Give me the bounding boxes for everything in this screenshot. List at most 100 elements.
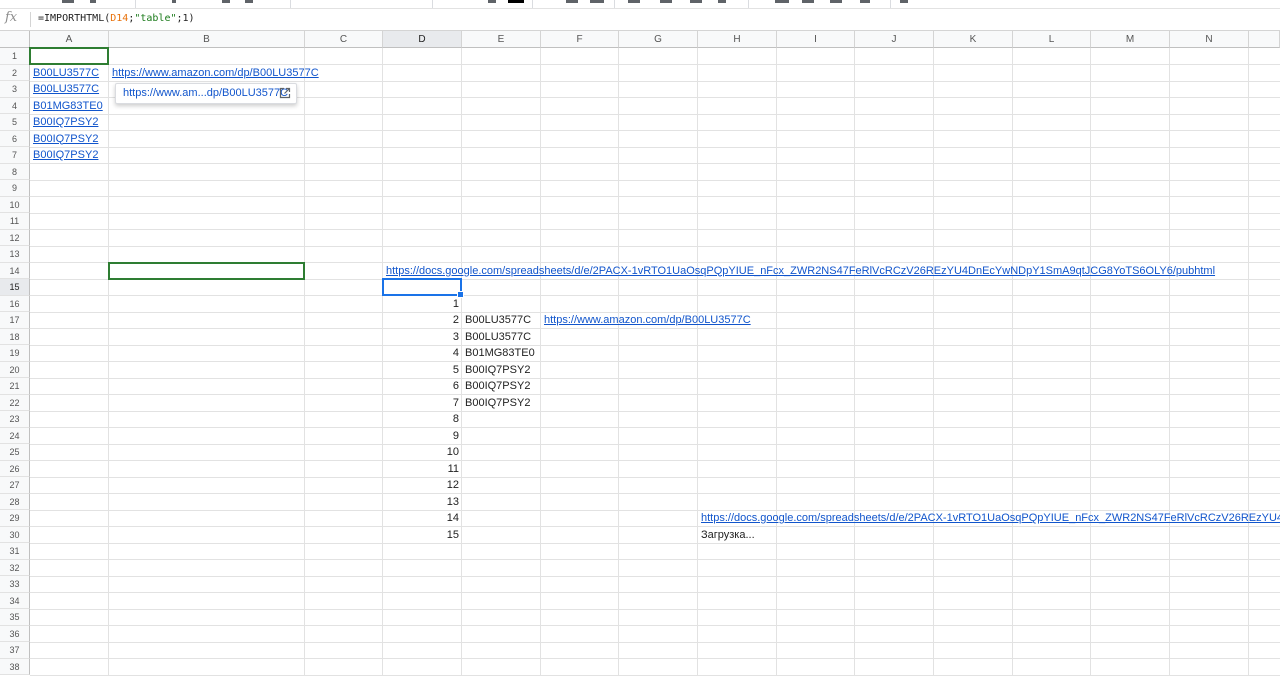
cell-b2[interactable]: https://www.amazon.com/dp/B00LU3577C (109, 65, 322, 81)
row-header-12[interactable]: 12 (0, 229, 30, 246)
active-cell-d15[interactable] (382, 278, 464, 298)
cell-a5[interactable]: B00IQ7PSY2 (30, 114, 101, 130)
cell-d14[interactable]: https://docs.google.com/spreadsheets/d/e… (383, 263, 1218, 279)
select-all-corner[interactable] (0, 31, 30, 48)
cell-d19[interactable]: 4 (383, 345, 462, 361)
spreadsheet-grid[interactable]: ABCDEFGHIJKLMN 1 2 3 4 5 6 7 8 9 10 11 12 13 14 15 16 17… (0, 31, 1280, 676)
row-header-32[interactable]: 32 (0, 559, 30, 576)
open-in-new-icon[interactable] (279, 87, 291, 99)
cell-h30[interactable]: Загрузка... (698, 527, 758, 543)
row-header-27[interactable]: 27 (0, 477, 30, 494)
column-header-g[interactable]: G (619, 31, 698, 48)
cell-d22[interactable]: 7 (383, 395, 462, 411)
row-header-3[interactable]: 3 (0, 81, 30, 98)
column-header-m[interactable]: M (1091, 31, 1170, 48)
column-header-e[interactable]: E (462, 31, 541, 48)
toolbar-icon[interactable] (488, 0, 496, 3)
row-header-31[interactable]: 31 (0, 543, 30, 560)
row-header-21[interactable]: 21 (0, 378, 30, 395)
column-header-n[interactable]: N (1170, 31, 1249, 48)
cell-d18[interactable]: 3 (383, 329, 462, 345)
row-header-37[interactable]: 37 (0, 642, 30, 659)
formula-bar[interactable]: fx =IMPORTHTML(D14;"table";1) (0, 9, 1280, 31)
formula-input[interactable]: =IMPORTHTML(D14;"table";1) (38, 13, 195, 24)
column-header-f[interactable]: F (541, 31, 619, 48)
toolbar-icon[interactable] (718, 0, 726, 3)
row-header-33[interactable]: 33 (0, 576, 30, 593)
row-header-7[interactable]: 7 (0, 147, 30, 164)
row-header-28[interactable]: 28 (0, 493, 30, 510)
cell-e19[interactable]: B01MG83TE0 (462, 345, 538, 361)
cell-d27[interactable]: 12 (383, 477, 462, 493)
row-header-13[interactable]: 13 (0, 246, 30, 263)
cell-a3[interactable]: B00LU3577C (30, 81, 102, 97)
row-header-24[interactable]: 24 (0, 427, 30, 444)
column-header-j[interactable]: J (855, 31, 934, 48)
link-preview-popup[interactable]: https://www.am...dp/B00LU3577C (115, 83, 297, 104)
cell-d20[interactable]: 5 (383, 362, 462, 378)
toolbar-icon[interactable] (775, 0, 789, 3)
row-header-16[interactable]: 16 (0, 295, 30, 312)
toolbar-icon[interactable] (802, 0, 814, 3)
column-header-overflow[interactable] (1249, 31, 1280, 48)
row-header-9[interactable]: 9 (0, 180, 30, 197)
cell-d26[interactable]: 11 (383, 461, 462, 477)
row-header-6[interactable]: 6 (0, 130, 30, 147)
toolbar-icon[interactable] (245, 0, 253, 3)
row-header-34[interactable]: 34 (0, 592, 30, 609)
toolbar-icon[interactable] (566, 0, 578, 3)
text-color-icon[interactable] (508, 0, 524, 3)
column-header-d[interactable]: D (383, 31, 462, 48)
cell-d21[interactable]: 6 (383, 378, 462, 394)
cell-d25[interactable]: 10 (383, 444, 462, 460)
row-header-17[interactable]: 17 (0, 312, 30, 329)
row-header-1[interactable]: 1 (0, 48, 30, 65)
row-header-25[interactable]: 25 (0, 444, 30, 461)
row-header-18[interactable]: 18 (0, 328, 30, 345)
row-header-4[interactable]: 4 (0, 97, 30, 114)
cell-e18[interactable]: B00LU3577C (462, 329, 534, 345)
link-preview-text[interactable]: https://www.am...dp/B00LU3577C (123, 87, 288, 99)
cell-e21[interactable]: B00IQ7PSY2 (462, 378, 533, 394)
row-header-20[interactable]: 20 (0, 361, 30, 378)
row-header-38[interactable]: 38 (0, 658, 30, 675)
row-header-23[interactable]: 23 (0, 411, 30, 428)
cell-d17[interactable]: 2 (383, 312, 462, 328)
toolbar-icon[interactable] (62, 0, 74, 3)
cell-d23[interactable]: 8 (383, 411, 462, 427)
toolbar-icon[interactable] (90, 0, 96, 3)
row-header-26[interactable]: 26 (0, 460, 30, 477)
toolbar-icon[interactable] (172, 0, 176, 3)
fill-handle[interactable] (457, 291, 464, 298)
row-header-8[interactable]: 8 (0, 163, 30, 180)
toolbar-icon[interactable] (660, 0, 672, 3)
cell-a7[interactable]: B00IQ7PSY2 (30, 147, 101, 163)
row-header-10[interactable]: 10 (0, 196, 30, 213)
row-header-14[interactable]: 14 (0, 262, 30, 279)
row-header-22[interactable]: 22 (0, 394, 30, 411)
column-header-c[interactable]: C (305, 31, 383, 48)
column-header-a[interactable]: A (30, 31, 109, 48)
cell-h29[interactable]: https://docs.google.com/spreadsheets/d/e… (698, 510, 1280, 526)
cell-d24[interactable]: 9 (383, 428, 462, 444)
cell-d28[interactable]: 13 (383, 494, 462, 510)
column-header-h[interactable]: H (698, 31, 777, 48)
cell-d16[interactable]: 1 (383, 296, 462, 312)
toolbar-icon[interactable] (628, 0, 640, 3)
row-header-5[interactable]: 5 (0, 114, 30, 131)
toolbar-icon[interactable] (690, 0, 702, 3)
row-header-15[interactable]: 15 (0, 279, 30, 296)
row-header-35[interactable]: 35 (0, 609, 30, 626)
toolbar-icon[interactable] (830, 0, 842, 3)
column-header-l[interactable]: L (1013, 31, 1091, 48)
row-header-30[interactable]: 30 (0, 526, 30, 543)
toolbar-icon[interactable] (222, 0, 230, 3)
cell-e22[interactable]: B00IQ7PSY2 (462, 395, 533, 411)
column-header-k[interactable]: K (934, 31, 1013, 48)
row-header-11[interactable]: 11 (0, 213, 30, 230)
column-header-i[interactable]: I (777, 31, 855, 48)
row-header-36[interactable]: 36 (0, 625, 30, 642)
row-header-19[interactable]: 19 (0, 345, 30, 362)
column-header-b[interactable]: B (109, 31, 305, 48)
cell-a6[interactable]: B00IQ7PSY2 (30, 131, 101, 147)
